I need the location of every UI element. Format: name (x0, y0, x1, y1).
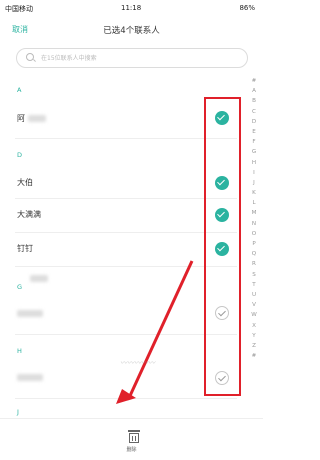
delete-button-label[interactable]: 删除 (0, 446, 263, 453)
trash-icon[interactable] (128, 430, 140, 444)
arrow-icon (116, 260, 194, 404)
watermark-scribble: 〰〰〰〰〰 (120, 359, 155, 367)
